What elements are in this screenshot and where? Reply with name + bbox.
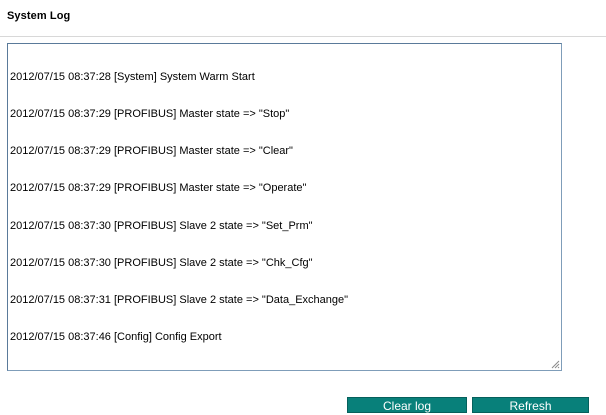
system-log-textarea[interactable]: 2012/07/15 08:37:28 [System] System Warm…: [7, 43, 562, 371]
page-title: System Log: [7, 10, 71, 22]
log-line: 2012/07/15 08:37:28 [System] System Warm…: [10, 70, 255, 83]
log-lines: 2012/07/15 08:37:28 [System] System Warm…: [10, 46, 348, 369]
resize-grip-icon[interactable]: [551, 360, 560, 369]
title-divider: [0, 36, 606, 37]
log-line: 2012/07/15 08:37:31 [PROFIBUS] Slave 2 s…: [10, 294, 349, 307]
log-line: 2012/07/15 08:37:29 [PROFIBUS] Master st…: [10, 182, 307, 195]
log-line: 2012/07/15 08:37:29 [PROFIBUS] Master st…: [10, 145, 293, 158]
log-line: 2012/07/15 08:37:30 [PROFIBUS] Slave 2 s…: [10, 256, 313, 269]
log-line: 2012/07/15 08:37:29 [PROFIBUS] Master st…: [10, 108, 290, 121]
log-line: 2012/07/15 08:37:46 [Config] Config Expo…: [10, 331, 222, 344]
page-header: System Log: [0, 0, 606, 38]
log-line: 2012/07/15 08:37:30 [PROFIBUS] Slave 2 s…: [10, 219, 313, 232]
clear-log-button[interactable]: Clear log: [347, 397, 467, 413]
refresh-button[interactable]: Refresh: [472, 397, 589, 413]
